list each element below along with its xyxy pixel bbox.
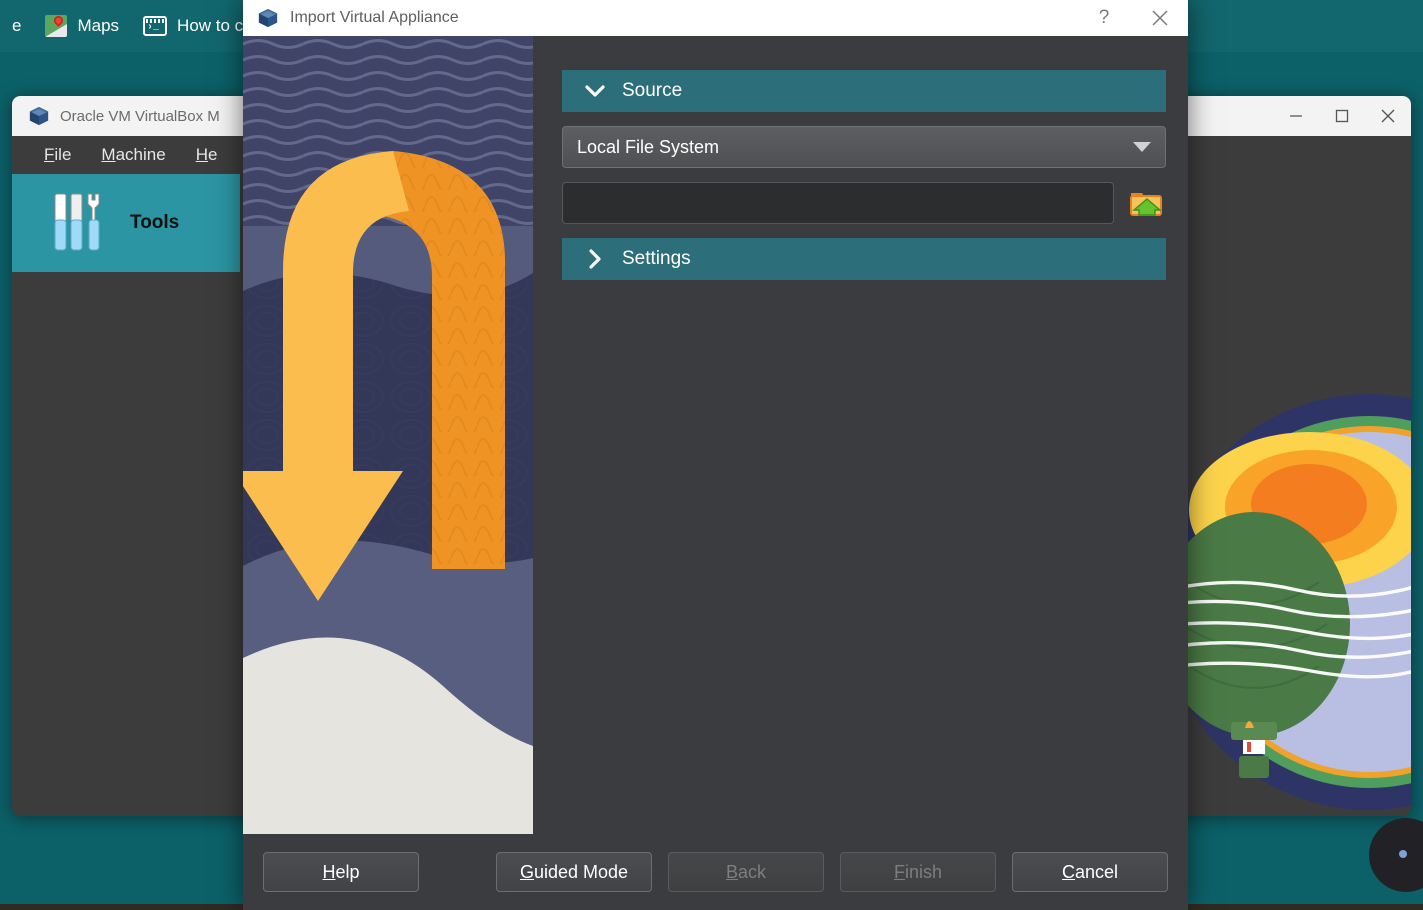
menu-item-machine[interactable]: Machine bbox=[89, 141, 177, 169]
terminal-icon bbox=[143, 16, 167, 36]
section-header-settings[interactable]: Settings bbox=[562, 238, 1166, 280]
file-path-row bbox=[562, 182, 1166, 224]
bookmark-partial-label: e bbox=[12, 16, 21, 36]
maps-icon bbox=[45, 15, 67, 37]
source-type-selected-value: Local File System bbox=[577, 137, 719, 158]
bookmark-item-maps[interactable]: Maps bbox=[33, 9, 131, 43]
chevron-down-icon bbox=[584, 80, 606, 102]
help-button-label: elp bbox=[335, 862, 359, 883]
menu-file-rest: ile bbox=[54, 145, 71, 164]
help-button-accel: H bbox=[322, 862, 335, 883]
dialog-titlebar-left: Import Virtual Appliance bbox=[243, 7, 459, 29]
section-header-source[interactable]: Source bbox=[562, 70, 1166, 112]
dialog-title: Import Virtual Appliance bbox=[290, 9, 459, 27]
virtualbox-cube-icon bbox=[28, 105, 50, 127]
chevron-down-icon bbox=[1133, 137, 1151, 158]
import-virtual-appliance-dialog[interactable]: Import Virtual Appliance ? bbox=[243, 0, 1188, 910]
close-icon[interactable] bbox=[1365, 96, 1411, 136]
virtualbox-sidebar: Tools bbox=[12, 174, 240, 816]
orange-curved-down-arrow-illustration bbox=[243, 36, 533, 834]
bookmark-how-to-label: How to c bbox=[177, 16, 243, 36]
menu-help-rest: e bbox=[208, 145, 217, 164]
guided-mode-button[interactable]: Guided Mode bbox=[496, 852, 652, 892]
menu-machine-rest: achine bbox=[116, 145, 166, 164]
close-icon[interactable] bbox=[1132, 0, 1188, 36]
help-button[interactable]: Help bbox=[263, 852, 419, 892]
cancel-button-label: ancel bbox=[1075, 862, 1118, 883]
hot-air-balloon-illustration bbox=[1159, 392, 1411, 812]
bookmark-item-how-to[interactable]: How to c bbox=[131, 9, 255, 43]
desktop-corner-dot-icon bbox=[1399, 850, 1407, 858]
cancel-button[interactable]: Cancel bbox=[1012, 852, 1168, 892]
menu-help-accel: H bbox=[196, 145, 208, 164]
guided-mode-button-label: uided Mode bbox=[534, 862, 628, 883]
virtualbox-manager-title: Oracle VM VirtualBox M bbox=[60, 108, 220, 125]
dialog-footer: Help Guided Mode Back Finish Cancel bbox=[243, 834, 1188, 910]
dialog-form-area: Source Local File System bbox=[533, 36, 1188, 834]
menu-item-file[interactable]: File bbox=[32, 141, 83, 169]
dialog-titlebar-controls[interactable]: ? bbox=[1076, 0, 1188, 36]
source-type-select[interactable]: Local File System bbox=[562, 126, 1166, 168]
folder-home-icon bbox=[1129, 187, 1163, 220]
bookmark-item-partial[interactable]: e bbox=[0, 9, 33, 43]
maximize-icon[interactable] bbox=[1319, 96, 1365, 136]
menu-item-help[interactable]: He bbox=[184, 141, 230, 169]
finish-button-label: inish bbox=[905, 862, 942, 883]
browse-file-button[interactable] bbox=[1126, 183, 1166, 223]
dialog-titlebar[interactable]: Import Virtual Appliance ? bbox=[243, 0, 1188, 36]
menu-file-accel: F bbox=[44, 145, 54, 164]
tools-icon bbox=[52, 192, 108, 254]
virtualbox-cube-icon bbox=[257, 7, 279, 29]
back-button[interactable]: Back bbox=[668, 852, 824, 892]
back-button-label: ack bbox=[738, 862, 766, 883]
finish-button-accel: F bbox=[894, 862, 905, 883]
titlebar-left-group: Oracle VM VirtualBox M bbox=[12, 105, 220, 127]
menu-machine-accel: M bbox=[101, 145, 115, 164]
dialog-content: Source Local File System bbox=[243, 36, 1188, 834]
help-question-icon[interactable]: ? bbox=[1076, 0, 1132, 36]
minimize-icon[interactable] bbox=[1273, 96, 1319, 136]
chevron-right-icon bbox=[584, 248, 606, 270]
back-button-accel: B bbox=[726, 862, 738, 883]
guided-mode-button-accel: G bbox=[520, 862, 534, 883]
desktop-background: Oracle VM VirtualBox M File Machine He bbox=[0, 0, 1423, 910]
finish-button[interactable]: Finish bbox=[840, 852, 996, 892]
cancel-button-accel: C bbox=[1062, 862, 1075, 883]
desktop-corner-blob bbox=[1369, 818, 1423, 892]
sidebar-item-tools-label: Tools bbox=[130, 212, 179, 234]
virtualbox-window-controls[interactable] bbox=[1273, 96, 1411, 136]
file-path-input[interactable] bbox=[562, 182, 1114, 224]
section-settings-label: Settings bbox=[622, 248, 691, 270]
bookmark-maps-label: Maps bbox=[77, 16, 119, 36]
section-source-label: Source bbox=[622, 80, 682, 102]
sidebar-item-tools[interactable]: Tools bbox=[12, 174, 240, 272]
